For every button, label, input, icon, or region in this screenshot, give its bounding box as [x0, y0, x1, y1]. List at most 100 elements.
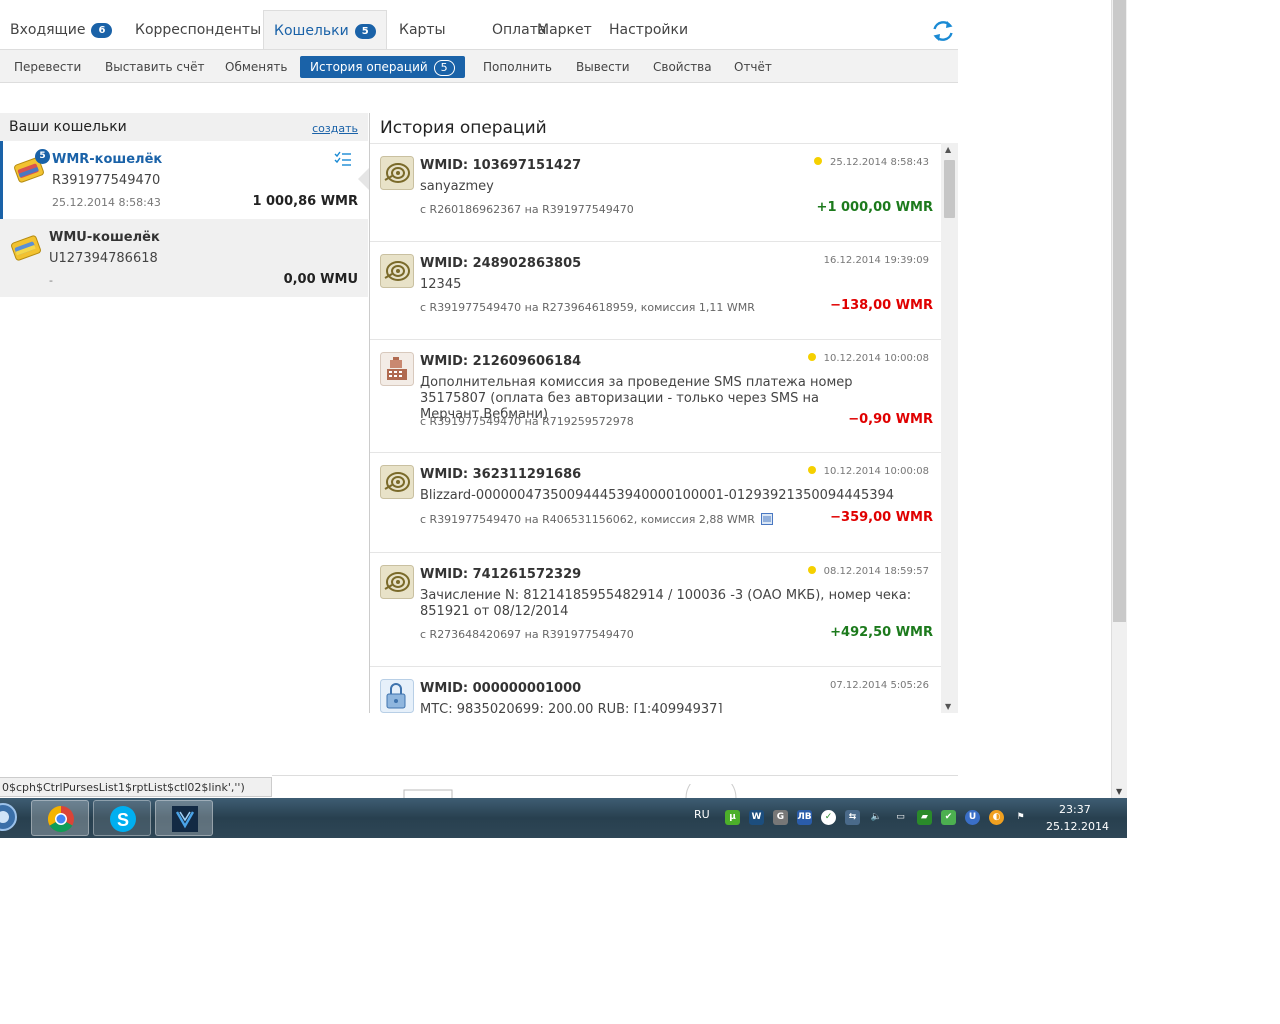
- operation-row[interactable]: WMID: 741261572329 08.12.2014 18:59:57 З…: [370, 553, 943, 667]
- scroll-up-arrow-icon[interactable]: ▲: [945, 145, 951, 154]
- tab-purses[interactable]: Кошельки 5: [263, 10, 387, 50]
- operation-description: МТС: 9835020699: 200.00 RUB: [1:40994937…: [420, 702, 723, 713]
- page-scrollbar[interactable]: ▼: [1111, 0, 1127, 798]
- operation-row[interactable]: WMID: 103697151427 25.12.2014 8:58:43 sa…: [370, 144, 943, 242]
- history-scrollbar[interactable]: ▲ ▼: [941, 143, 958, 713]
- purse-wmu[interactable]: WMU-кошелёк U127394786618 - 0,00 WMU: [0, 219, 368, 297]
- svg-text:S: S: [117, 810, 129, 830]
- network-icon[interactable]: ▭: [893, 810, 908, 825]
- operation-route-text: с R391977549470 на R406531156062, комисс…: [420, 513, 755, 526]
- operation-datetime: 07.12.2014 5:05:26: [830, 680, 929, 691]
- tab-market-label: Маркет: [537, 22, 592, 38]
- operation-row[interactable]: WMID: 248902863805 16.12.2014 19:39:09 1…: [370, 242, 943, 340]
- selection-pointer: [358, 168, 369, 190]
- taskbar-skype-button[interactable]: S: [93, 800, 151, 836]
- checkmark-icon[interactable]: ✓: [821, 810, 836, 825]
- operation-row[interactable]: WMID: 000000001000 07.12.2014 5:05:26 МТ…: [370, 667, 943, 713]
- tray-u-icon[interactable]: U: [965, 810, 980, 825]
- purse-name: WMU-кошелёк: [49, 230, 160, 245]
- purse-date: -: [49, 274, 53, 287]
- tab-inbox[interactable]: Входящие 6: [0, 10, 122, 50]
- withdraw-button[interactable]: Вывести: [566, 56, 640, 78]
- checklist-icon[interactable]: [334, 151, 352, 167]
- tab-market[interactable]: Маркет: [527, 10, 602, 50]
- transfer-button[interactable]: Перевести: [4, 56, 91, 78]
- tray-orange-icon[interactable]: ◐: [989, 810, 1004, 825]
- tray-green-arrow-icon[interactable]: ✔: [941, 810, 956, 825]
- report-button[interactable]: Отчёт: [724, 56, 782, 78]
- tab-settings[interactable]: Настройки: [599, 10, 698, 50]
- unread-dot: [807, 353, 816, 361]
- utorrent-icon[interactable]: µ: [725, 810, 740, 825]
- tray-g-icon[interactable]: G: [773, 810, 788, 825]
- history-tab[interactable]: История операций 5: [300, 56, 465, 78]
- webmoney-keeper-icon: [172, 806, 198, 832]
- unread-dot: [814, 157, 823, 165]
- tab-cards[interactable]: Карты: [389, 10, 456, 50]
- scroll-down-arrow-icon[interactable]: ▼: [945, 702, 951, 711]
- webmoney-icon: [380, 465, 414, 499]
- operation-wmid: WMID: 000000001000: [420, 681, 582, 696]
- footer-divider: [272, 775, 958, 776]
- volume-icon[interactable]: 🔈: [869, 810, 884, 825]
- refresh-icon[interactable]: [930, 18, 956, 44]
- exchange-button[interactable]: Обменять: [215, 56, 297, 78]
- footer-partial-shapes: [403, 784, 737, 798]
- page-scrollbar-thumb[interactable]: [1113, 0, 1126, 622]
- clock-date[interactable]: 25.12.2014: [1046, 820, 1109, 833]
- purse-balance: 0,00 WMU: [283, 272, 358, 287]
- purse-name: WMR-кошелёк: [52, 152, 163, 167]
- webmoney-tray-icon[interactable]: W: [749, 810, 764, 825]
- operation-amount: −359,00 WMR: [830, 510, 933, 525]
- network-share-icon[interactable]: ⇆: [845, 810, 860, 825]
- operation-wmid: WMID: 362311291686: [420, 467, 582, 482]
- topup-button[interactable]: Пополнить: [473, 56, 562, 78]
- operation-datetime-text: 10.12.2014 10:00:08: [823, 466, 929, 477]
- operation-route: с R391977549470 на R406531156062, комисс…: [420, 513, 774, 526]
- operation-datetime: 10.12.2014 10:00:08: [807, 353, 929, 364]
- operation-wmid: WMID: 103697151427: [420, 158, 582, 173]
- action-center-flag-icon[interactable]: ⚑: [1013, 810, 1028, 825]
- tab-inbox-label: Входящие: [10, 22, 86, 38]
- operation-datetime: 08.12.2014 18:59:57: [807, 566, 929, 577]
- operation-row[interactable]: WMID: 362311291686 10.12.2014 10:00:08 B…: [370, 453, 943, 553]
- status-bar-url: 0$cph$CtrlPursesList1$rptList$ctl02$link…: [0, 777, 272, 797]
- create-purse-link[interactable]: создать: [312, 122, 358, 135]
- operation-description: Зачисление N: 81214185955482914 / 100036…: [420, 588, 912, 619]
- wmr-purse-count-badge: 5: [35, 149, 50, 164]
- purses-panel: Ваши кошельки создать 5 WMR-кошелёк R391…: [0, 113, 368, 297]
- operation-amount: +1 000,00 WMR: [816, 200, 933, 215]
- start-orb-icon[interactable]: [0, 802, 18, 832]
- lock-icon: [380, 679, 414, 713]
- operation-wmid: WMID: 248902863805: [420, 256, 582, 271]
- operation-route: с R260186962367 на R391977549470: [420, 203, 634, 216]
- clock-time[interactable]: 23:37: [1059, 803, 1091, 816]
- webmoney-icon: [380, 156, 414, 190]
- history-scrollbar-thumb[interactable]: [944, 160, 955, 218]
- page-scroll-down-icon[interactable]: ▼: [1116, 787, 1122, 796]
- document-icon[interactable]: [761, 513, 774, 525]
- operation-datetime-text: 25.12.2014 8:58:43: [830, 157, 929, 168]
- operation-amount: −138,00 WMR: [830, 298, 933, 313]
- operation-description: Blizzard-000000473500944453940000100001-…: [420, 488, 895, 503]
- operation-description: sanyazmey: [420, 179, 494, 194]
- webmoney-icon: [380, 565, 414, 599]
- nvidia-icon[interactable]: ▰: [917, 810, 932, 825]
- purse-actions-bar: Перевести Выставить счёт Обменять Истори…: [0, 49, 958, 83]
- operation-route: с R391977549470 на R273964618959, комисс…: [420, 301, 755, 314]
- operation-datetime-text: 08.12.2014 18:59:57: [823, 566, 929, 577]
- purse-wmr[interactable]: 5 WMR-кошелёк R391977549470 25.12.2014 8…: [0, 141, 368, 219]
- taskbar-webmoney-button[interactable]: [155, 800, 213, 836]
- tab-purses-label: Кошельки: [274, 23, 349, 39]
- webmoney-icon: [380, 254, 414, 288]
- invoice-button[interactable]: Выставить счёт: [95, 56, 214, 78]
- properties-button[interactable]: Свойства: [643, 56, 722, 78]
- operation-amount: +492,50 WMR: [830, 625, 933, 640]
- tray-lv-icon[interactable]: ЛВ: [797, 810, 812, 825]
- operation-row[interactable]: WMID: 212609606184 10.12.2014 10:00:08 Д…: [370, 340, 943, 453]
- taskbar-chrome-button[interactable]: [31, 800, 89, 836]
- tab-correspondents[interactable]: Корреспонденты: [125, 10, 271, 50]
- purse-number: R391977549470: [52, 173, 161, 188]
- language-indicator[interactable]: RU: [694, 808, 710, 821]
- operation-wmid: WMID: 212609606184: [420, 354, 582, 369]
